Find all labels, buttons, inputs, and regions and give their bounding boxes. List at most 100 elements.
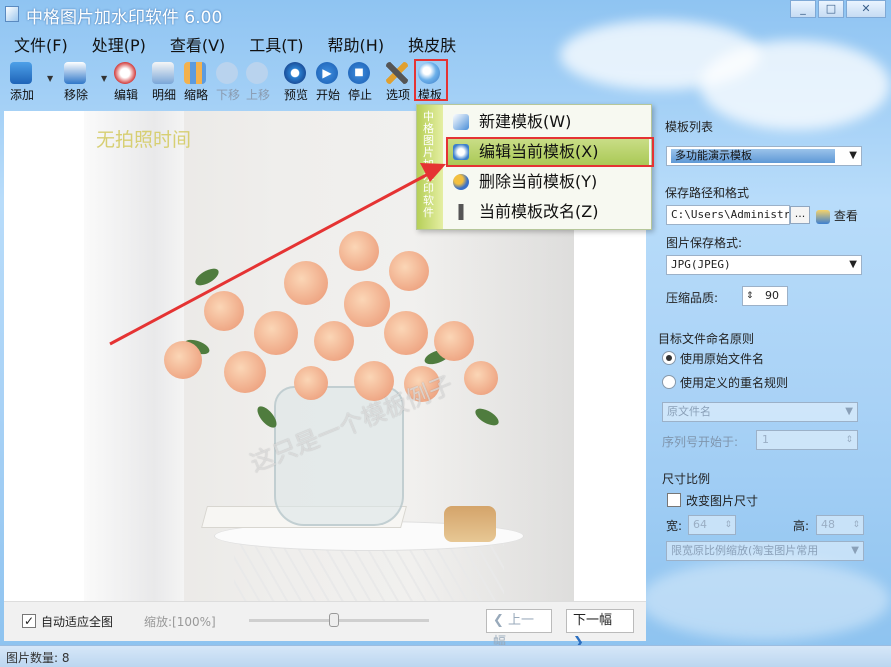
start-button[interactable]: ▶ 开始 xyxy=(316,62,340,102)
auto-fit-label: 自动适应全图 xyxy=(41,615,114,629)
height-label: 高: xyxy=(793,519,810,533)
template-button-highlight xyxy=(414,59,448,101)
prev-arrow-icon: ❮ xyxy=(493,613,504,628)
menu-new-template-label: 新建模板(W) xyxy=(479,112,572,131)
filename-source-select[interactable]: 原文件名 ▼ xyxy=(662,402,858,422)
template-list-label: 模板列表 xyxy=(665,120,714,134)
status-bar: 图片数量: 8 xyxy=(0,645,891,667)
prev-image-button[interactable]: ❮ 上一幅 xyxy=(486,609,552,650)
auto-fit-checkbox[interactable]: ✓ xyxy=(22,614,36,628)
format-select[interactable]: JPG(JPEG) ▼ xyxy=(666,255,862,275)
zoom-label: 缩放:[100%] xyxy=(144,615,216,629)
resize-checkbox[interactable] xyxy=(667,493,681,507)
height-stepper[interactable]: 48 ⇕ xyxy=(816,515,864,535)
menu-new-template[interactable]: 新建模板(W) xyxy=(447,109,649,135)
menu-side-banner: 中格图片加水印软件 xyxy=(417,105,443,229)
menu-tools[interactable]: 工具(T) xyxy=(235,34,313,58)
menu-help[interactable]: 帮助(H) xyxy=(314,34,395,58)
preview-controls: ✓ 自动适应全图 缩放:[100%] ❮ 上一幅 下一幅 ❯ xyxy=(4,601,646,650)
quality-label: 压缩品质: xyxy=(666,291,719,305)
arrow-down-icon xyxy=(216,62,238,84)
stop-button[interactable]: ■ 停止 xyxy=(348,62,372,102)
arrow-up-icon xyxy=(246,62,268,84)
remove-dropdown-arrow[interactable]: ▼ xyxy=(101,74,107,83)
zoom-slider-track[interactable] xyxy=(249,619,429,622)
template-select[interactable]: 多功能演示模板 ▼ xyxy=(666,146,862,166)
format-value: JPG(JPEG) xyxy=(671,258,731,271)
photo-flower xyxy=(294,366,328,400)
photo-table-base xyxy=(234,543,504,601)
stepper-arrows-icon: ⇕ xyxy=(845,435,853,445)
naming-custom-radio[interactable] xyxy=(662,375,676,389)
photo-flower xyxy=(314,321,354,361)
naming-original-radio[interactable] xyxy=(662,351,676,365)
width-stepper[interactable]: 64 ⇕ xyxy=(688,515,736,535)
preview-button[interactable]: 预览 xyxy=(284,62,308,102)
image-count: 图片数量: 8 xyxy=(6,651,70,665)
naming-group-label: 目标文件命名原则 xyxy=(658,332,755,346)
photo-flower xyxy=(164,341,202,379)
new-template-icon xyxy=(453,114,469,130)
remove-button[interactable]: 移除 xyxy=(64,62,88,102)
thumbnail-grid-icon xyxy=(184,62,206,84)
settings-panel: 模板列表 多功能演示模板 ▼ 保存路径和格式 C:\Users\Administ… xyxy=(650,111,891,643)
quality-stepper[interactable]: ⇕ 90 xyxy=(742,286,788,306)
folder-shield-icon xyxy=(816,209,830,224)
size-group-label: 尺寸比例 xyxy=(662,472,711,486)
photo-flower xyxy=(224,351,266,393)
scale-mode-select[interactable]: 限宽原比例缩放(淘宝图片常用 ▼ xyxy=(666,541,864,561)
remove-icon xyxy=(64,62,86,84)
naming-original-label: 使用原始文件名 xyxy=(680,352,765,366)
edit-button[interactable]: 编辑 xyxy=(114,62,138,102)
menu-side-banner-text: 中格图片加水印软件 xyxy=(423,110,434,219)
detail-list-icon xyxy=(152,62,174,84)
options-button[interactable]: 选项 xyxy=(386,62,410,102)
browse-path-button[interactable]: ... xyxy=(790,206,810,224)
next-image-button[interactable]: 下一幅 ❯ xyxy=(566,609,634,650)
close-button[interactable]: ✕ xyxy=(846,0,886,18)
sequence-label: 序列号开始于: xyxy=(662,435,739,449)
window-title: 中格图片加水印软件 6.00 xyxy=(26,8,223,28)
title-bar: 中格图片加水印软件 6.00 _ □ ✕ xyxy=(0,0,891,30)
template-dropdown-menu: 中格图片加水印软件 新建模板(W) 编辑当前模板(X) 删除当前模板(Y) 当前… xyxy=(416,104,652,230)
width-label: 宽: xyxy=(666,519,683,533)
thumbnail-view-button[interactable]: 缩略 xyxy=(184,62,208,102)
photo-flower xyxy=(344,281,390,327)
maximize-button[interactable]: □ xyxy=(818,0,844,18)
next-image-label: 下一幅 xyxy=(573,613,613,628)
scale-mode-value: 限宽原比例缩放(淘宝图片常用 xyxy=(671,544,819,557)
edit-icon xyxy=(114,62,136,84)
menu-view[interactable]: 查看(V) xyxy=(156,34,235,58)
move-up-button[interactable]: 上移 xyxy=(246,62,270,102)
zoom-slider-thumb[interactable] xyxy=(329,613,339,627)
save-path-input[interactable]: C:\Users\Administrat xyxy=(666,205,790,225)
detail-view-button[interactable]: 明细 xyxy=(152,62,176,102)
menu-skin[interactable]: 换皮肤 xyxy=(394,34,466,58)
naming-custom-label: 使用定义的重名规则 xyxy=(680,376,789,390)
sequence-stepper[interactable]: 1 ⇕ xyxy=(756,430,858,450)
view-folder-button[interactable]: 查看 xyxy=(816,207,858,224)
menu-rename-template[interactable]: 当前模板改名(Z) xyxy=(447,199,649,225)
menu-rename-template-label: 当前模板改名(Z) xyxy=(479,202,599,221)
save-path-label: 保存路径和格式 xyxy=(665,186,750,200)
menu-delete-template-label: 删除当前模板(Y) xyxy=(479,172,598,191)
move-down-button[interactable]: 下移 xyxy=(216,62,240,102)
format-label: 图片保存格式: xyxy=(666,236,743,250)
menu-delete-template[interactable]: 删除当前模板(Y) xyxy=(447,169,649,195)
menu-process[interactable]: 处理(P) xyxy=(78,34,156,58)
menu-bar: 文件(F) 处理(P) 查看(V) 工具(T) 帮助(H) 换皮肤 xyxy=(0,34,466,58)
add-dropdown-arrow[interactable]: ▼ xyxy=(47,74,53,83)
preview-magnifier-icon xyxy=(284,62,306,84)
width-value: 64 xyxy=(693,518,707,531)
sequence-value: 1 xyxy=(762,433,769,446)
chevron-down-icon: ▼ xyxy=(849,150,857,161)
view-folder-label: 查看 xyxy=(833,209,858,223)
app-icon xyxy=(5,6,19,22)
minimize-button[interactable]: _ xyxy=(790,0,816,18)
filename-source-value: 原文件名 xyxy=(667,405,711,418)
photo-flower xyxy=(254,311,298,355)
add-button[interactable]: 添加 xyxy=(10,62,34,102)
photo-date-watermark: 无拍照时间 xyxy=(96,129,192,151)
tools-icon xyxy=(386,62,408,84)
menu-file[interactable]: 文件(F) xyxy=(0,34,78,58)
